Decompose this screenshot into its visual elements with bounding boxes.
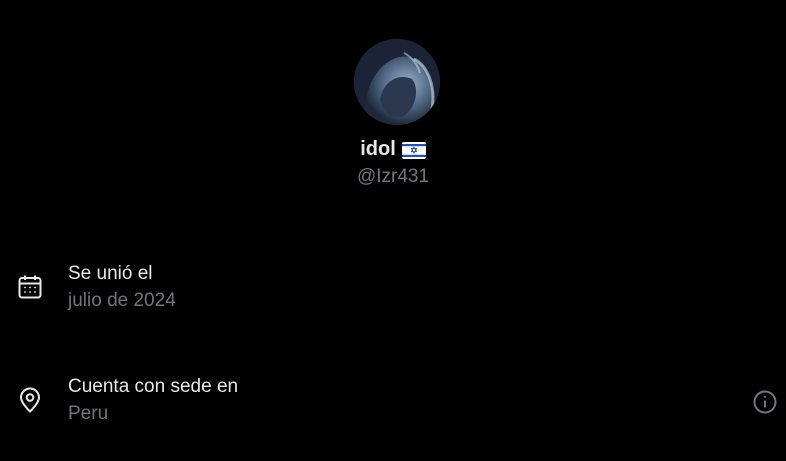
user-handle: @Izr431 [356, 166, 430, 187]
calendar-icon [16, 273, 44, 301]
israel-flag-icon [401, 141, 426, 159]
joined-date-row: Se unió el julio de 2024 [0, 260, 786, 320]
account-location-row: Cuenta con sede en Peru [0, 373, 786, 433]
about-account-page: idol @Izr431 Se unió el julio de 2024 Cu… [0, 0, 786, 461]
location-pin-icon [16, 386, 44, 414]
avatar[interactable] [354, 39, 440, 125]
location-label: Cuenta con sede en [68, 376, 239, 397]
display-name: idol [360, 138, 396, 160]
info-icon[interactable] [752, 389, 778, 415]
joined-value: julio de 2024 [68, 290, 176, 311]
name-row: idol [0, 137, 786, 161]
joined-label: Se unió el [68, 263, 153, 284]
location-value: Peru [68, 403, 109, 424]
